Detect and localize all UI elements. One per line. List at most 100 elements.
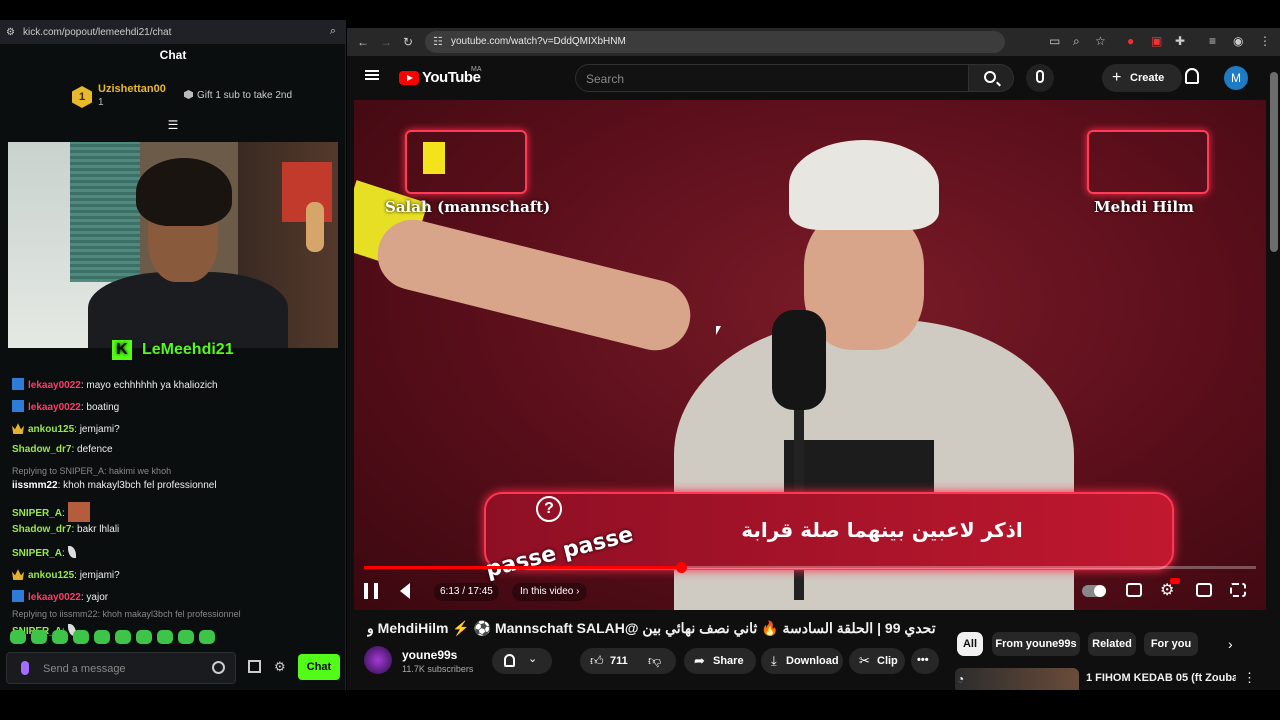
search-input[interactable]	[586, 71, 956, 87]
gift-sub-prompt[interactable]: Gift 1 sub to take 2nd	[184, 90, 292, 101]
account-avatar[interactable]: M	[1224, 66, 1248, 90]
emote-icon[interactable]	[52, 630, 68, 644]
chat-username[interactable]: ankou125	[28, 570, 74, 581]
autoplay-toggle[interactable]	[1082, 585, 1106, 597]
extensions-puzzle-icon[interactable]: ✚	[1175, 34, 1185, 48]
emote-icon[interactable]	[31, 630, 47, 644]
site-settings-icon[interactable]: ⚙	[6, 27, 15, 38]
chat-settings-icon[interactable]: ⚙	[274, 659, 286, 675]
chat-text: jemjami?	[79, 570, 120, 581]
search-button[interactable]	[968, 64, 1014, 92]
chat-username[interactable]: lekaay0022	[28, 380, 81, 391]
youtube-logo[interactable]: YouTube	[399, 69, 481, 86]
chat-username[interactable]: Shadow_dr7	[12, 444, 71, 455]
chip-from-channel[interactable]: From youne99s	[992, 632, 1080, 656]
store-icon[interactable]	[248, 660, 261, 673]
channel-avatar[interactable]	[364, 646, 392, 674]
streamer-name: LeMeehdi21	[142, 341, 234, 358]
emote-icon[interactable]	[10, 630, 26, 644]
subtitles-icon[interactable]	[1126, 583, 1142, 597]
kick-chat-window: ⚙ kick.com/popout/lemeehdi21/chat ⌕ Chat…	[0, 20, 346, 690]
youtube-browser-window: ← → ↻ ☷ youtube.com/watch?v=DddQMIXbHNM …	[347, 28, 1280, 690]
notifications-bell-icon[interactable]	[1185, 68, 1199, 84]
site-info-icon[interactable]: ☷	[433, 35, 443, 48]
chat-text: boating	[86, 402, 120, 413]
create-button[interactable]: + Create	[1102, 64, 1182, 92]
recommendation-thumbnail[interactable]	[955, 668, 1079, 690]
chat-username[interactable]: iissmm22	[12, 480, 58, 491]
tab-search-icon[interactable]: ≡	[1209, 34, 1216, 48]
plus-icon: +	[1112, 69, 1122, 86]
clip-button[interactable]: ✂ Clip	[849, 648, 905, 674]
chat-username[interactable]: Shadow_dr7	[12, 524, 71, 535]
emoji-picker-icon[interactable]	[212, 661, 225, 674]
chip-all[interactable]: All	[957, 632, 983, 656]
omnibox[interactable]: ☷ youtube.com/watch?v=DddQMIXbHNM	[425, 31, 1005, 53]
browser-toolbar: ← → ↻ ☷ youtube.com/watch?v=DddQMIXbHNM …	[347, 28, 1280, 56]
emote-icon[interactable]	[136, 630, 152, 644]
recommendation-title[interactable]: 1 FIHOM KEDAB 05 (ft Zoubair	[1086, 672, 1236, 684]
chat-username[interactable]: lekaay0022	[28, 592, 81, 603]
share-button[interactable]: ➦ Share	[684, 648, 756, 674]
message-input[interactable]	[43, 660, 203, 678]
more-icon: •••	[917, 654, 929, 666]
extension-badge-icon[interactable]: ▣	[1151, 34, 1162, 48]
chat-username[interactable]: SNIPER_A	[12, 548, 62, 559]
in-this-video-button[interactable]: In this video ›	[512, 583, 588, 601]
chip-related[interactable]: Related	[1088, 632, 1136, 656]
reply-context[interactable]: Replying to SNIPER_A: hakimi we khoh	[12, 466, 338, 476]
more-actions-button[interactable]: •••	[911, 648, 939, 674]
extension-red-icon[interactable]: ●	[1127, 34, 1134, 48]
share-icon: ➦	[694, 653, 705, 668]
emote-icon[interactable]	[199, 630, 215, 644]
recommendation-menu-icon[interactable]: ⋮	[1243, 670, 1256, 686]
reload-icon[interactable]: ↻	[403, 35, 413, 49]
kick-address-bar[interactable]: ⚙ kick.com/popout/lemeehdi21/chat ⌕	[0, 20, 345, 44]
download-icon: ⤓	[771, 653, 777, 668]
chat-message: SNIPER_A:	[12, 502, 338, 522]
download-button[interactable]: ⤓ Download	[761, 648, 843, 674]
emote-icon[interactable]	[115, 630, 131, 644]
fullscreen-icon[interactable]	[1230, 583, 1246, 597]
chat-filter-icon[interactable]: ☰	[166, 118, 180, 132]
top-gifter-username[interactable]: Uzishettan00	[98, 83, 166, 95]
chat-message: Shadow_dr7: defence	[12, 444, 338, 455]
subscriber-badge-icon	[12, 590, 24, 602]
chip-for-you[interactable]: For you	[1144, 632, 1198, 656]
subscription-bell-button[interactable]: ⌄	[492, 648, 552, 674]
profile-icon[interactable]: ◉	[1233, 34, 1243, 48]
video-player[interactable]: Salah (mannschaft) Mehdi Hilm ? اذكر لاع…	[354, 100, 1266, 610]
send-chat-button[interactable]: Chat	[298, 654, 340, 680]
channel-name[interactable]: youne99s	[402, 648, 457, 662]
back-icon[interactable]: ←	[357, 35, 369, 49]
emote-icon[interactable]	[178, 630, 194, 644]
chat-username[interactable]: lekaay0022	[28, 402, 81, 413]
progress-bar[interactable]	[364, 562, 1256, 573]
chat-username[interactable]: SNIPER_A	[12, 508, 62, 519]
chat-username[interactable]: ankou125	[28, 424, 74, 435]
like-dislike-button[interactable]: 👍︎ 711 👎︎	[580, 648, 676, 674]
browser-menu-icon[interactable]: ⋮	[1259, 34, 1271, 48]
question-text: اذكر لاعبين بينهما صلة قرابة	[741, 518, 1023, 542]
voice-search-button[interactable]	[1026, 64, 1054, 92]
zoom-icon[interactable]: ⌕	[330, 25, 336, 38]
forward-icon[interactable]: →	[380, 35, 392, 49]
pause-icon[interactable]	[364, 583, 378, 599]
emote-icon[interactable]	[94, 630, 110, 644]
menu-icon[interactable]	[365, 70, 379, 80]
right-player-box	[1087, 130, 1209, 194]
emote-icon[interactable]	[157, 630, 173, 644]
reply-context[interactable]: Replying to iissmm22: khoh makayl3bch fe…	[12, 609, 338, 619]
scrubber-handle[interactable]	[675, 562, 687, 573]
thumbs-down-icon[interactable]: 👎︎	[648, 653, 661, 669]
page-scrollbar[interactable]	[1270, 72, 1278, 252]
chat-title: Chat	[159, 48, 187, 62]
volume-icon[interactable]	[400, 583, 410, 599]
emote-icon[interactable]	[73, 630, 89, 644]
cast-icon[interactable]: ▭	[1049, 34, 1060, 48]
bookmark-star-icon[interactable]: ☆	[1095, 34, 1106, 48]
zoom-icon[interactable]: ⌕	[1073, 34, 1080, 49]
chevron-right-icon[interactable]: ›	[1228, 636, 1233, 652]
theater-mode-icon[interactable]	[1196, 583, 1212, 597]
voice-icon[interactable]	[21, 661, 29, 675]
